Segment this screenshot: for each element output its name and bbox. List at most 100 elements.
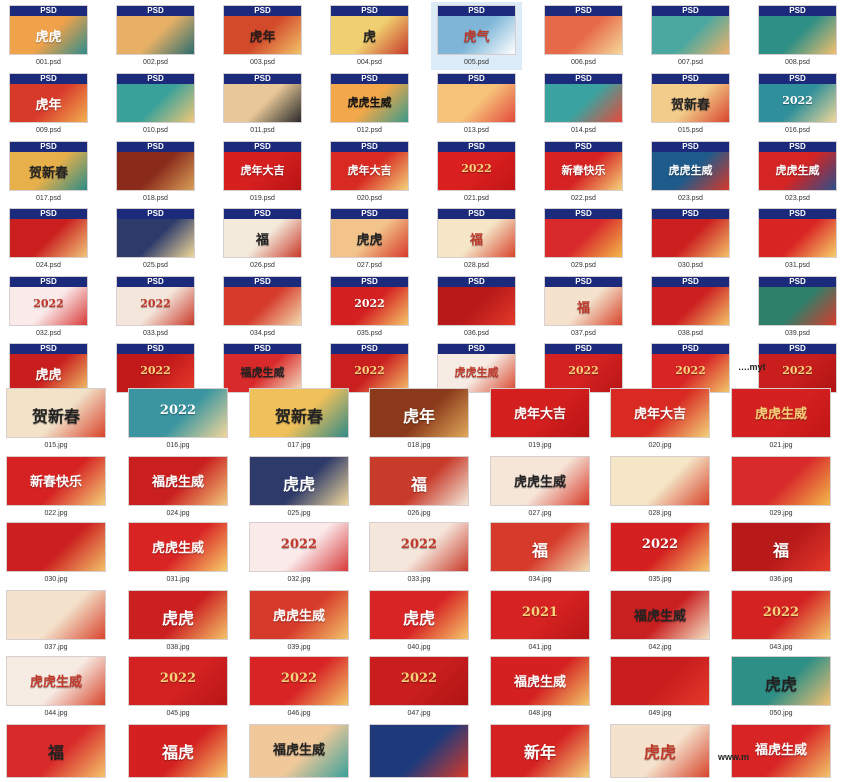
- file-thumbnail[interactable]: [369, 724, 469, 778]
- file-thumbnail[interactable]: PSD 2022: [330, 343, 409, 393]
- file-thumbnail[interactable]: PSD: [651, 208, 730, 258]
- file-tile[interactable]: PSD 008.psd: [758, 5, 837, 69]
- file-tile[interactable]: PSD 福 037.psd: [544, 276, 623, 340]
- file-tile[interactable]: 虎虎 025.jpg: [249, 456, 349, 520]
- file-thumbnail[interactable]: PSD: [223, 276, 302, 326]
- file-tile[interactable]: PSD 虎虎生威 023.psd: [651, 141, 730, 205]
- file-tile[interactable]: PSD 虎年 003.psd: [223, 5, 302, 69]
- file-tile[interactable]: PSD 贺新春 017.psd: [9, 141, 88, 205]
- file-thumbnail[interactable]: PSD: [544, 208, 623, 258]
- file-tile[interactable]: 新春快乐 022.jpg: [6, 456, 106, 520]
- file-tile[interactable]: PSD 2022 016.psd: [758, 73, 837, 137]
- file-thumbnail[interactable]: 虎虎: [249, 456, 349, 506]
- file-thumbnail[interactable]: PSD 虎虎生威: [651, 141, 730, 191]
- file-thumbnail[interactable]: PSD 虎年: [223, 5, 302, 55]
- file-thumbnail[interactable]: 虎年: [369, 388, 469, 438]
- file-tile[interactable]: PSD 038.psd: [651, 276, 730, 340]
- file-tile[interactable]: PSD 虎年大吉 020.psd: [330, 141, 409, 205]
- file-tile[interactable]: PSD 福 026.psd: [223, 208, 302, 272]
- file-tile[interactable]: 福 026.jpg: [369, 456, 469, 520]
- file-tile[interactable]: 贺新春 017.jpg: [249, 388, 349, 452]
- file-tile[interactable]: 新年: [490, 724, 590, 778]
- file-thumbnail[interactable]: PSD: [437, 73, 516, 123]
- file-tile[interactable]: 虎年 018.jpg: [369, 388, 469, 452]
- file-tile[interactable]: PSD 025.psd: [116, 208, 195, 272]
- file-tile[interactable]: 虎虎生威 039.jpg: [249, 590, 349, 654]
- file-tile[interactable]: 虎虎 040.jpg: [369, 590, 469, 654]
- file-tile[interactable]: PSD 034.psd: [223, 276, 302, 340]
- file-tile[interactable]: PSD 2022 033.psd: [116, 276, 195, 340]
- file-tile[interactable]: PSD 006.psd: [544, 5, 623, 69]
- file-tile[interactable]: 虎虎生威 021.jpg: [731, 388, 831, 452]
- file-thumbnail[interactable]: PSD 虎虎生威: [437, 343, 516, 393]
- file-thumbnail[interactable]: PSD: [9, 208, 88, 258]
- file-thumbnail[interactable]: PSD 虎虎生威: [758, 141, 837, 191]
- file-tile[interactable]: [369, 724, 469, 778]
- file-thumbnail[interactable]: PSD 贺新春: [9, 141, 88, 191]
- file-thumbnail[interactable]: PSD 2022: [116, 276, 195, 326]
- file-thumbnail[interactable]: PSD 2022: [651, 343, 730, 393]
- file-thumbnail[interactable]: PSD 新春快乐: [544, 141, 623, 191]
- file-thumbnail[interactable]: PSD 2022: [330, 276, 409, 326]
- file-tile[interactable]: PSD 031.psd: [758, 208, 837, 272]
- file-thumbnail[interactable]: 福虎生威: [490, 656, 590, 706]
- file-thumbnail[interactable]: PSD 福: [223, 208, 302, 258]
- file-tile[interactable]: PSD 030.psd: [651, 208, 730, 272]
- file-tile[interactable]: 福虎生威 048.jpg: [490, 656, 590, 720]
- file-thumbnail[interactable]: PSD 虎虎: [330, 208, 409, 258]
- file-thumbnail[interactable]: PSD: [437, 276, 516, 326]
- file-thumbnail[interactable]: PSD: [758, 208, 837, 258]
- file-thumbnail[interactable]: PSD: [758, 276, 837, 326]
- file-thumbnail[interactable]: 新春快乐: [6, 456, 106, 506]
- file-thumbnail[interactable]: 2022: [249, 522, 349, 572]
- file-thumbnail[interactable]: 2021: [490, 590, 590, 640]
- file-tile[interactable]: 福虎: [128, 724, 228, 778]
- file-thumbnail[interactable]: 虎虎: [369, 590, 469, 640]
- file-tile[interactable]: 虎虎生威 031.jpg: [128, 522, 228, 586]
- file-thumbnail[interactable]: [610, 656, 710, 706]
- file-thumbnail[interactable]: 虎虎生威: [128, 522, 228, 572]
- file-thumbnail[interactable]: 福: [731, 522, 831, 572]
- file-tile[interactable]: 2022 032.jpg: [249, 522, 349, 586]
- file-tile[interactable]: PSD 014.psd: [544, 73, 623, 137]
- file-thumbnail[interactable]: 福虎生威: [610, 590, 710, 640]
- file-thumbnail[interactable]: PSD 福虎生威: [223, 343, 302, 393]
- file-tile[interactable]: 虎虎生威 027.jpg: [490, 456, 590, 520]
- file-tile[interactable]: PSD 036.psd: [437, 276, 516, 340]
- file-thumbnail[interactable]: 虎虎生威: [249, 590, 349, 640]
- file-thumbnail[interactable]: PSD 虎: [330, 5, 409, 55]
- file-tile[interactable]: 虎虎 038.jpg: [128, 590, 228, 654]
- file-tile[interactable]: PSD 013.psd: [437, 73, 516, 137]
- file-thumbnail[interactable]: PSD: [116, 208, 195, 258]
- file-thumbnail[interactable]: PSD: [651, 5, 730, 55]
- file-thumbnail[interactable]: 2022: [369, 522, 469, 572]
- file-thumbnail[interactable]: PSD: [544, 5, 623, 55]
- file-tile[interactable]: 2022 033.jpg: [369, 522, 469, 586]
- file-thumbnail[interactable]: PSD 福: [437, 208, 516, 258]
- file-thumbnail[interactable]: PSD 贺新春: [651, 73, 730, 123]
- file-tile[interactable]: 2022 045.jpg: [128, 656, 228, 720]
- file-thumbnail[interactable]: PSD: [116, 73, 195, 123]
- file-thumbnail[interactable]: 福虎生威: [731, 724, 831, 778]
- file-tile[interactable]: 049.jpg: [610, 656, 710, 720]
- file-tile[interactable]: PSD 虎虎 001.psd: [9, 5, 88, 69]
- file-thumbnail[interactable]: PSD 2022: [758, 73, 837, 123]
- file-tile[interactable]: 虎虎生威 044.jpg: [6, 656, 106, 720]
- file-tile[interactable]: PSD 虎气 005.psd: [437, 5, 516, 69]
- file-thumbnail[interactable]: 2022: [731, 590, 831, 640]
- file-thumbnail[interactable]: PSD 虎年: [9, 73, 88, 123]
- file-tile[interactable]: 2022 035.jpg: [610, 522, 710, 586]
- file-thumbnail[interactable]: PSD 虎虎: [9, 343, 88, 393]
- file-tile[interactable]: PSD 029.psd: [544, 208, 623, 272]
- file-tile[interactable]: 2021 041.jpg: [490, 590, 590, 654]
- file-tile[interactable]: 福: [6, 724, 106, 778]
- file-tile[interactable]: 贺新春 015.jpg: [6, 388, 106, 452]
- file-tile[interactable]: 虎虎: [610, 724, 710, 778]
- file-thumbnail[interactable]: 虎年大吉: [610, 388, 710, 438]
- file-thumbnail[interactable]: [610, 456, 710, 506]
- file-thumbnail[interactable]: 2022: [128, 656, 228, 706]
- file-thumbnail[interactable]: 新年: [490, 724, 590, 778]
- file-tile[interactable]: 虎年大吉 019.jpg: [490, 388, 590, 452]
- file-tile[interactable]: PSD 2022 035.psd: [330, 276, 409, 340]
- file-thumbnail[interactable]: 福: [490, 522, 590, 572]
